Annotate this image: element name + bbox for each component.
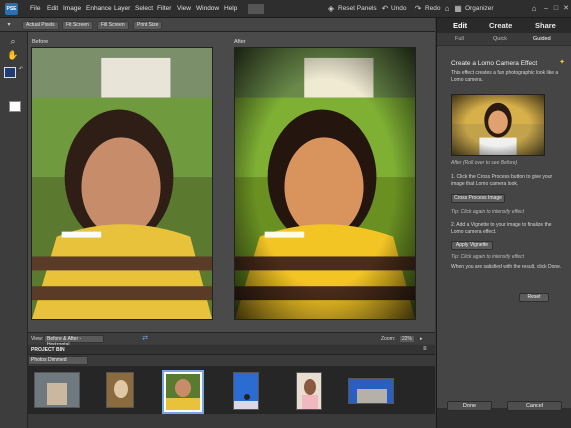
bin-menu-icon[interactable]: ≡: [423, 346, 427, 352]
toolbox: ⌕ ✋ ↶: [0, 32, 28, 428]
edit-subtabs: Full Quick Guided: [437, 33, 571, 45]
menu-help[interactable]: Help: [224, 5, 237, 12]
swap-colors-icon[interactable]: ↶: [14, 64, 28, 75]
menu-window[interactable]: Window: [196, 5, 219, 12]
options-bar: ▾ Actual Pixels Fit Screen Fill Screen P…: [0, 18, 435, 32]
fit-screen-button[interactable]: Fit Screen: [62, 21, 93, 30]
lightbulb-icon[interactable]: ✦: [557, 58, 567, 68]
panel-intro: This effect creates a fun photographic l…: [451, 70, 559, 83]
zoom-tool-icon[interactable]: ⌕: [6, 36, 20, 47]
subtab-guided[interactable]: Guided: [533, 36, 551, 42]
close-icon[interactable]: ✕: [561, 4, 571, 14]
menu-edit[interactable]: Edit: [47, 5, 58, 12]
view-mode-select[interactable]: Before & After - Horizontal: [44, 335, 104, 348]
guided-panel-body: Create a Lomo Camera Effect ✦ This effec…: [437, 46, 571, 408]
background-color-swatch[interactable]: [9, 101, 21, 112]
actual-pixels-button[interactable]: Actual Pixels: [22, 21, 59, 30]
zoom-slider-icon[interactable]: ▸: [420, 336, 423, 342]
panel-tabs: Edit Create Share: [437, 18, 571, 33]
effect-preview-image[interactable]: [451, 94, 545, 156]
undo-label[interactable]: Undo: [391, 5, 407, 12]
chevron-down-icon[interactable]: ▾: [4, 20, 14, 30]
layout-button[interactable]: [248, 4, 264, 14]
tab-create[interactable]: Create: [489, 21, 512, 30]
thumbnail[interactable]: [106, 372, 134, 408]
finish-text: When you are satisfied with the result, …: [451, 264, 562, 270]
cross-process-button[interactable]: Cross Process Image: [451, 194, 505, 203]
thumbnail[interactable]: [348, 378, 394, 404]
foreground-color-swatch[interactable]: [4, 67, 16, 78]
hand-tool-icon[interactable]: ✋: [6, 50, 20, 61]
menu-view[interactable]: View: [177, 5, 191, 12]
app-logo-icon: PSE: [5, 3, 18, 15]
menu-file[interactable]: File: [30, 5, 40, 12]
tip2-text: Tip: Click again to intensify effect: [451, 254, 525, 260]
thumbnail[interactable]: [34, 372, 80, 408]
organizer-icon[interactable]: ▦: [453, 4, 463, 14]
menu-image[interactable]: Image: [63, 5, 81, 12]
tab-edit[interactable]: Edit: [453, 21, 467, 30]
right-panel: Edit Create Share Full Quick Guided Crea…: [436, 18, 571, 428]
tab-share[interactable]: Share: [535, 21, 556, 30]
menu-layer[interactable]: Layer: [114, 5, 130, 12]
project-bin-header: PROJECT BIN ≡: [28, 345, 435, 355]
thumbnail[interactable]: [296, 372, 322, 410]
reset-panels-icon[interactable]: ◈: [326, 4, 336, 14]
before-image[interactable]: [31, 47, 213, 320]
done-button[interactable]: Done: [447, 401, 492, 411]
step1-text: 1. Click the Cross Process button to giv…: [451, 174, 553, 187]
subtab-quick[interactable]: Quick: [493, 36, 507, 42]
maximize-icon[interactable]: □: [551, 4, 561, 14]
step2-text: 2. Add a Vignette to your image to final…: [451, 222, 552, 235]
view-bar: View: Before & After - Horizontal ⇄ Zoom…: [28, 332, 435, 348]
home-icon[interactable]: ⌂: [442, 4, 452, 14]
menu-bar: PSE File Edit Image Enhance Layer Select…: [0, 0, 571, 18]
fill-screen-button[interactable]: Fill Screen: [97, 21, 129, 30]
after-label: After: [234, 39, 246, 45]
menu-select[interactable]: Select: [135, 5, 153, 12]
redo-label[interactable]: Redo: [425, 5, 441, 12]
menu-filter[interactable]: Filter: [157, 5, 171, 12]
canvas-area: Before After: [28, 32, 435, 332]
sync-icon[interactable]: ⇄: [140, 334, 150, 344]
menu-enhance[interactable]: Enhance: [86, 5, 112, 12]
project-bin-title: PROJECT BIN: [31, 347, 65, 353]
reset-button[interactable]: Reset: [519, 293, 549, 302]
tip1-text: Tip: Click again to intensify effect: [451, 209, 525, 215]
panel-title: Create a Lomo Camera Effect: [451, 60, 538, 67]
cancel-button[interactable]: Cancel: [507, 401, 562, 411]
subtab-full[interactable]: Full: [455, 36, 464, 42]
home-icon[interactable]: ⌂: [529, 4, 539, 14]
project-bin-filter[interactable]: Photos Dimmed: [28, 356, 88, 365]
organizer-label[interactable]: Organizer: [465, 5, 494, 12]
before-label: Before: [32, 39, 49, 45]
thumbnail[interactable]: [233, 372, 259, 410]
view-label: View:: [31, 336, 44, 342]
minimize-icon[interactable]: –: [541, 4, 551, 14]
zoom-label: Zoom:: [381, 336, 396, 342]
thumbnail-selected[interactable]: [162, 370, 204, 414]
zoom-value[interactable]: 22%: [400, 336, 415, 342]
undo-icon[interactable]: ↶: [380, 4, 390, 14]
print-size-button[interactable]: Print Size: [133, 21, 163, 30]
apply-vignette-button[interactable]: Apply Vignette: [451, 241, 493, 250]
after-image[interactable]: [234, 47, 416, 320]
project-bin-strip: [28, 366, 435, 414]
preview-caption: After (Roll over to see Before): [451, 160, 518, 166]
redo-icon[interactable]: ↷: [413, 4, 423, 14]
reset-panels-label[interactable]: Reset Panels: [338, 5, 377, 12]
